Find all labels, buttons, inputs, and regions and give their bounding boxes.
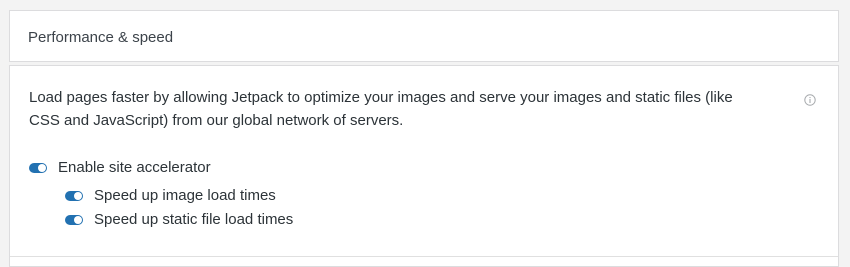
- section-title: Performance & speed: [28, 29, 174, 46]
- static-files-toggle[interactable]: [65, 214, 83, 225]
- site-accelerator-toggle[interactable]: [29, 162, 47, 173]
- section-body: Load pages faster by allowing Jetpack to…: [9, 65, 839, 267]
- performance-settings-section: Performance & speed Load pages faster by…: [9, 10, 839, 267]
- info-icon[interactable]: [804, 94, 816, 106]
- static-files-row: Speed up static file load times: [65, 211, 293, 228]
- image-speed-label: Speed up image load times: [94, 187, 276, 204]
- image-speed-row: Speed up image load times: [65, 187, 276, 204]
- divider: [10, 256, 838, 257]
- section-header: Performance & speed: [9, 10, 839, 62]
- site-accelerator-label: Enable site accelerator: [58, 159, 211, 176]
- static-files-label: Speed up static file load times: [94, 211, 294, 228]
- image-speed-toggle[interactable]: [65, 190, 83, 201]
- accelerator-description: Load pages faster by allowing Jetpack to…: [29, 89, 733, 129]
- site-accelerator-row: Enable site accelerator: [29, 159, 211, 176]
